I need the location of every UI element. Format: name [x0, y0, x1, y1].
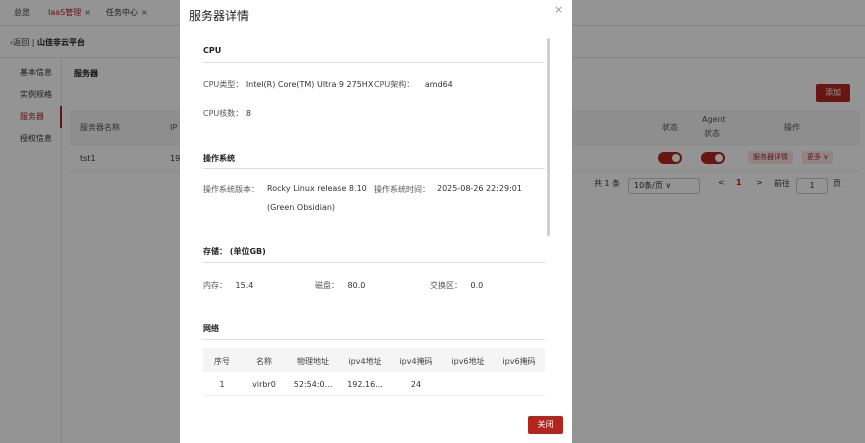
disk-value: 80.0	[347, 281, 366, 290]
cpu-type-row: CPU类型： Intel(R) Core(TM) Ultra 9 275HX	[203, 79, 373, 90]
cpu-arch-label: CPU架构：	[374, 80, 415, 89]
divider	[203, 168, 545, 169]
network-section-title: 网络	[203, 324, 219, 333]
os-version-value-cont: (Green Obsidian)	[267, 203, 335, 212]
os-version-line1: Rocky Linux release 8.10	[267, 184, 367, 193]
memory-value: 15.4	[235, 281, 254, 290]
network-table-header: 序号 名称 物理地址 ipv4地址 ipv4掩码 ipv6地址 ipv6掩码	[203, 348, 545, 372]
close-button[interactable]: 关闭	[528, 416, 563, 434]
os-time-label: 操作系统时间：	[374, 185, 430, 194]
disk-row: 磁盘： 80.0	[315, 280, 365, 291]
column-header-ipv4: ipv4地址	[348, 357, 382, 366]
column-header-ipv6: ipv6地址	[451, 357, 485, 366]
os-version-line2: (Green Obsidian)	[267, 203, 336, 212]
column-header-mac: 物理地址	[297, 357, 329, 366]
divider	[203, 262, 545, 263]
swap-label: 交换区：	[430, 281, 462, 290]
cpu-section-title: CPU	[203, 46, 222, 55]
server-detail-dialog: 服务器详情 × CPU CPU类型： Intel(R) Core(TM) Ult…	[180, 0, 572, 443]
cpu-arch-value: amd64	[424, 80, 453, 89]
column-header-name: 名称	[256, 357, 272, 366]
divider	[203, 339, 545, 340]
swap-value: 0.0	[470, 281, 484, 290]
os-version-label: 操作系统版本：	[203, 185, 259, 194]
column-header-ipv4-mask: ipv4掩码	[399, 357, 433, 366]
disk-label: 磁盘：	[315, 281, 339, 290]
storage-section-title: 存储： (单位GB)	[203, 247, 266, 256]
close-icon[interactable]: ×	[554, 3, 563, 16]
cpu-type-value: Intel(R) Core(TM) Ultra 9 275HX	[245, 80, 374, 89]
cpu-cores-label: CPU核数：	[203, 109, 244, 118]
os-version-value: Rocky Linux release 8.10	[267, 184, 367, 193]
os-time-value: 2025-08-26 22:29:01	[437, 184, 522, 193]
column-header-ipv6-mask: ipv6掩码	[502, 357, 536, 366]
dialog-title: 服务器详情	[189, 9, 250, 23]
network-ipv4: 192.16...	[347, 380, 383, 389]
swap-row: 交换区： 0.0	[430, 280, 483, 291]
memory-label: 内存：	[203, 281, 227, 290]
os-section-title: 操作系统	[203, 154, 235, 163]
memory-row: 内存： 15.4	[203, 280, 253, 291]
os-time-row: 2025-08-26 22:29:01	[437, 184, 522, 193]
network-ipv4-mask: 24	[410, 380, 422, 389]
cpu-arch-row: CPU架构： amd64	[374, 79, 453, 90]
scrollbar[interactable]	[547, 38, 550, 236]
cpu-cores-row: CPU核数： 8	[203, 108, 251, 119]
table-row: 1 virbr0 52:54:0... 192.16... 24	[203, 372, 545, 396]
network-mac: 52:54:0...	[293, 380, 333, 389]
network-name: virbr0	[252, 380, 276, 389]
divider	[203, 62, 545, 63]
cpu-cores-value: 8	[245, 109, 251, 118]
cpu-type-label: CPU类型：	[203, 80, 244, 89]
